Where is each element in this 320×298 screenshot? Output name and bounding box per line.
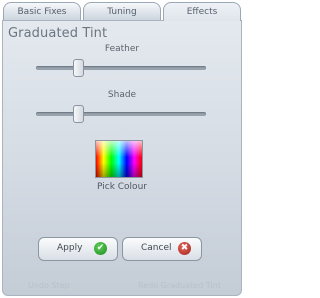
redo-link[interactable]: Redo Graduated Tint — [138, 281, 221, 290]
shade-label: Shade — [107, 90, 137, 100]
cancel-button-label: Cancel — [141, 243, 172, 253]
feather-label: Feather — [104, 44, 140, 54]
apply-button-label: Apply — [57, 243, 83, 253]
apply-button[interactable]: Apply ✔ — [38, 237, 118, 261]
panel-title: Graduated Tint — [8, 26, 108, 41]
colour-swatch[interactable] — [95, 140, 143, 178]
undo-step-link[interactable]: Undo Step — [28, 281, 70, 290]
shade-slider[interactable] — [36, 105, 206, 123]
tab-tuning[interactable]: Tuning — [83, 2, 161, 21]
tab-effects[interactable]: Effects — [163, 2, 241, 21]
cancel-button[interactable]: Cancel ✖ — [122, 237, 202, 261]
checkmark-icon: ✔ — [94, 242, 107, 255]
pick-colour-label: Pick Colour — [97, 182, 147, 192]
close-icon: ✖ — [178, 242, 191, 255]
feather-slider[interactable] — [36, 59, 206, 77]
tab-bar: Basic Fixes Tuning Effects — [0, 0, 244, 22]
shade-slider-thumb[interactable] — [73, 105, 84, 123]
tab-basic-fixes[interactable]: Basic Fixes — [3, 2, 81, 21]
feather-slider-thumb[interactable] — [73, 59, 84, 77]
